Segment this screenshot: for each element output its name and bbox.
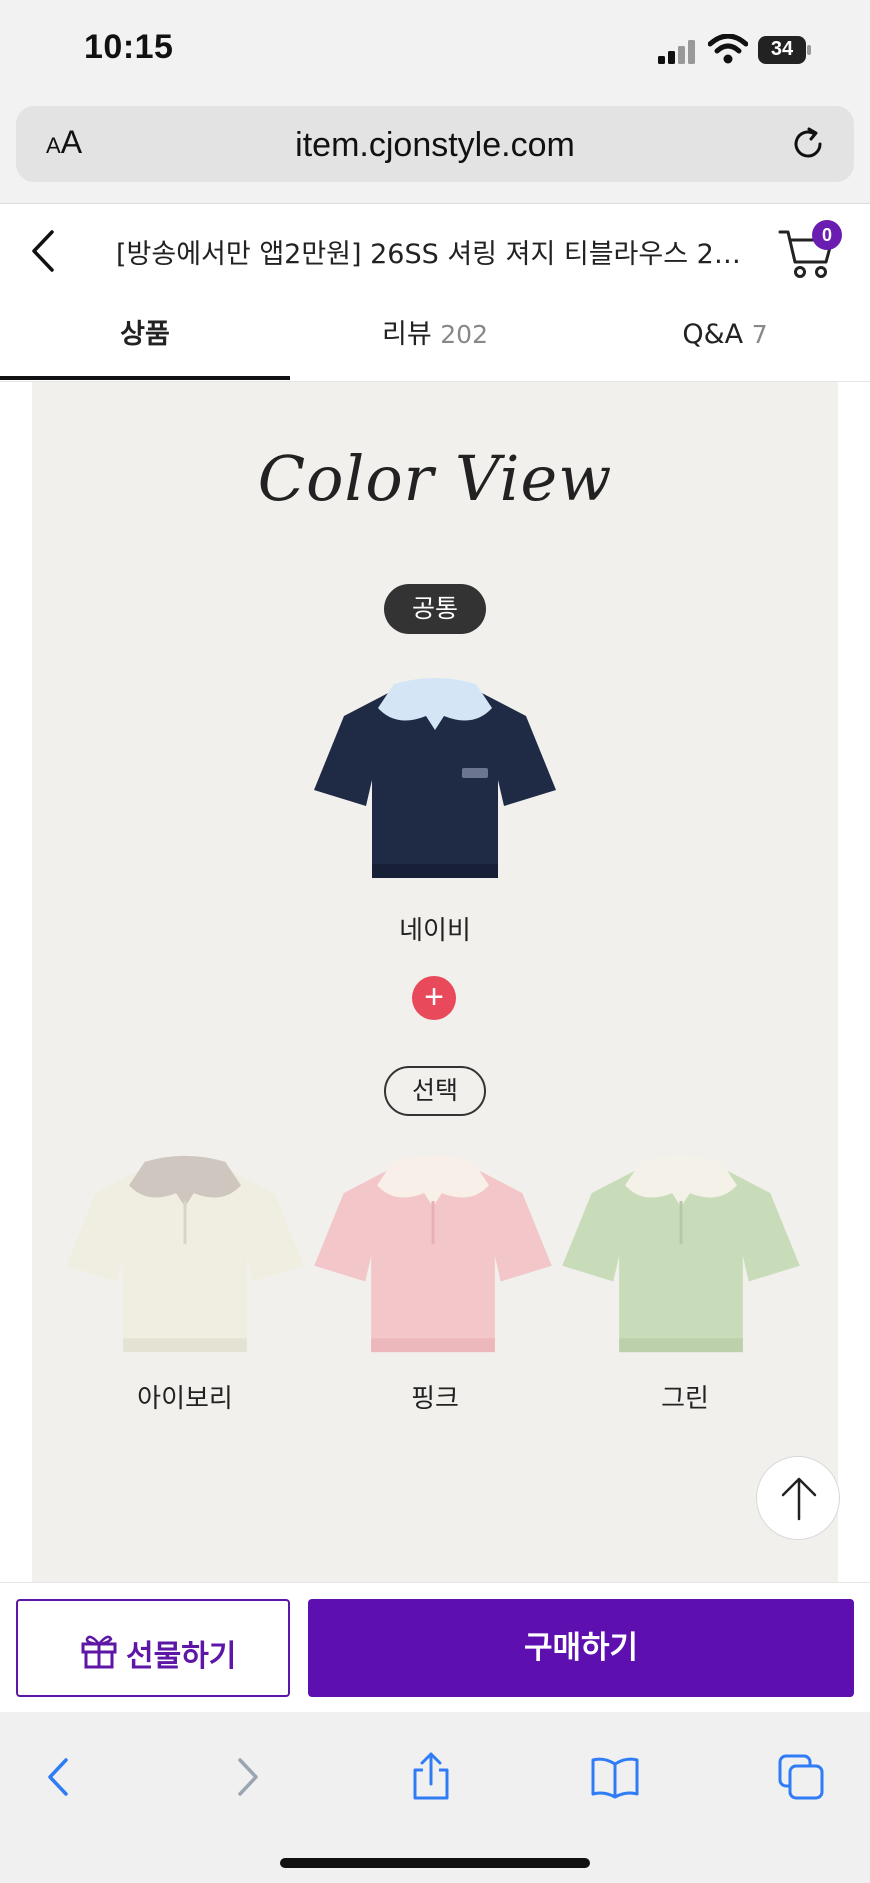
status-time: 10:15 — [84, 28, 174, 66]
common-badge: 공통 — [384, 584, 486, 634]
battery-level: 34 — [770, 38, 794, 60]
arrow-up-icon — [781, 1477, 817, 1521]
app-header: [방송에서만 앱2만원] 26SS 셔링 져지 티블라우스 2종... — [0, 204, 870, 298]
signal-icon — [658, 40, 695, 64]
buy-button[interactable]: 구매하기 — [308, 1599, 854, 1697]
home-indicator[interactable] — [280, 1858, 590, 1868]
browser-forward-icon[interactable] — [222, 1752, 272, 1802]
battery-icon: 34 — [758, 36, 812, 64]
green-shirt-image — [562, 1155, 800, 1353]
color-view-panel: Color View 공통 네이비 + 선택 아이보리 핑크 그린 — [32, 382, 838, 1582]
pink-shirt-label: 핑크 — [411, 1384, 459, 1414]
purchase-action-bar: 선물하기 구매하기 — [0, 1582, 870, 1712]
green-shirt-label: 그린 — [661, 1384, 709, 1414]
product-tabs: 상품 리뷰 202 Q&A 7 — [0, 298, 870, 382]
pink-shirt-image — [314, 1155, 552, 1353]
ivory-shirt-image — [66, 1155, 304, 1353]
tab-qna[interactable]: Q&A 7 — [580, 298, 870, 382]
status-bar: 10:15 34 — [0, 0, 870, 100]
tab-review-label: 리뷰 — [382, 319, 432, 350]
ivory-shirt-label: 아이보리 — [137, 1384, 233, 1414]
color-view-heading: Color View — [257, 442, 613, 515]
wifi-icon — [708, 34, 748, 64]
tab-product[interactable]: 상품 — [0, 298, 290, 382]
scroll-to-top-button[interactable] — [756, 1456, 840, 1540]
gift-button-label: 선물하기 — [126, 1639, 237, 1674]
bookmarks-icon[interactable] — [590, 1752, 640, 1802]
browser-toolbar — [0, 1712, 870, 1883]
url-text[interactable]: item.cjonstyle.com — [16, 126, 854, 165]
choice-badge: 선택 — [384, 1066, 486, 1116]
tab-qna-label: Q&A — [682, 319, 744, 350]
tab-product-label: 상품 — [120, 319, 170, 350]
tab-review-count: 202 — [440, 320, 488, 349]
navy-shirt-image — [314, 678, 556, 878]
tabs-icon[interactable] — [776, 1752, 826, 1802]
browser-address-area: AA item.cjonstyle.com — [0, 100, 870, 204]
product-detail-content[interactable]: Color View 공통 네이비 + 선택 아이보리 핑크 그린 — [0, 382, 870, 1582]
back-icon[interactable] — [28, 228, 58, 274]
product-title: [방송에서만 앱2만원] 26SS 셔링 져지 티블라우스 2종... — [116, 239, 756, 270]
cart-count-badge: 0 — [812, 220, 842, 250]
plus-icon: + — [412, 976, 456, 1020]
page: 10:15 34 AA item.cjonstyle.com [방송에서만 앱2… — [0, 0, 870, 1883]
tab-qna-count: 7 — [751, 320, 768, 349]
tab-review[interactable]: 리뷰 202 — [290, 298, 580, 382]
address-bar[interactable]: AA item.cjonstyle.com — [16, 106, 854, 182]
navy-shirt-label: 네이비 — [399, 916, 471, 946]
active-tab-indicator — [0, 376, 290, 380]
gift-button[interactable]: 선물하기 — [16, 1599, 290, 1697]
browser-back-icon[interactable] — [34, 1752, 84, 1802]
gift-icon — [81, 1635, 117, 1669]
share-icon[interactable] — [406, 1752, 456, 1802]
reload-icon[interactable] — [790, 126, 826, 162]
